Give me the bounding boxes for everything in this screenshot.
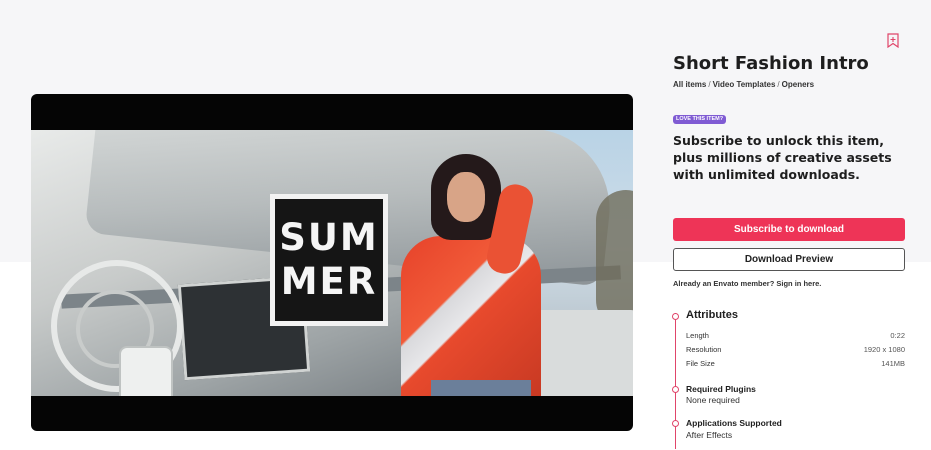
attribute-row: Resolution 1920 x 1080: [686, 345, 905, 354]
attribute-label: File Size: [686, 359, 715, 368]
timeline-dot: [672, 313, 679, 320]
attribute-row: Length 0:22: [686, 331, 905, 340]
attribute-value: 0:22: [890, 331, 905, 340]
breadcrumb: All items / Video Templates / Openers: [673, 80, 814, 89]
breadcrumb-video-templates[interactable]: Video Templates: [713, 80, 776, 89]
attribute-label: Resolution: [686, 345, 722, 354]
item-title: Short Fashion Intro: [673, 53, 869, 74]
required-plugins-value: None required: [686, 395, 740, 405]
subscribe-pitch: Subscribe to unlock this item, plus mill…: [673, 133, 892, 182]
subscribe-button[interactable]: Subscribe to download: [673, 218, 905, 241]
applications-heading: Applications Supported: [686, 418, 782, 428]
sign-in-link[interactable]: Already an Envato member? Sign in here.: [673, 279, 821, 288]
attribute-value: 141MB: [881, 359, 905, 368]
attributes-timeline: [675, 313, 676, 449]
download-preview-button[interactable]: Download Preview: [673, 248, 905, 271]
applications-value: After Effects: [686, 430, 733, 440]
breadcrumb-openers[interactable]: Openers: [782, 80, 814, 89]
preview-frame: SUM MER: [31, 130, 633, 396]
timeline-dot: [672, 386, 679, 393]
bookmark-icon[interactable]: [887, 33, 899, 48]
required-plugins-heading: Required Plugins: [686, 384, 756, 394]
love-this-item-badge: LOVE THIS ITEM?: [673, 115, 727, 124]
jeans: [431, 380, 531, 396]
title-overlay-box: SUM MER: [270, 194, 388, 326]
overlay-text-line-2: MER: [280, 260, 378, 303]
attribute-value: 1920 x 1080: [863, 345, 905, 354]
breadcrumb-all-items[interactable]: All items: [673, 80, 706, 89]
overlay-text-line-1: SUM: [279, 216, 379, 259]
model-figure: [401, 150, 551, 396]
tree-image: [596, 190, 633, 330]
timeline-dot: [672, 420, 679, 427]
attribute-row: File Size 141MB: [686, 359, 905, 368]
face: [447, 172, 485, 222]
side-mirror: [119, 346, 173, 396]
video-preview[interactable]: SUM MER: [31, 94, 633, 431]
attributes-heading: Attributes: [686, 309, 738, 321]
attribute-label: Length: [686, 331, 709, 340]
